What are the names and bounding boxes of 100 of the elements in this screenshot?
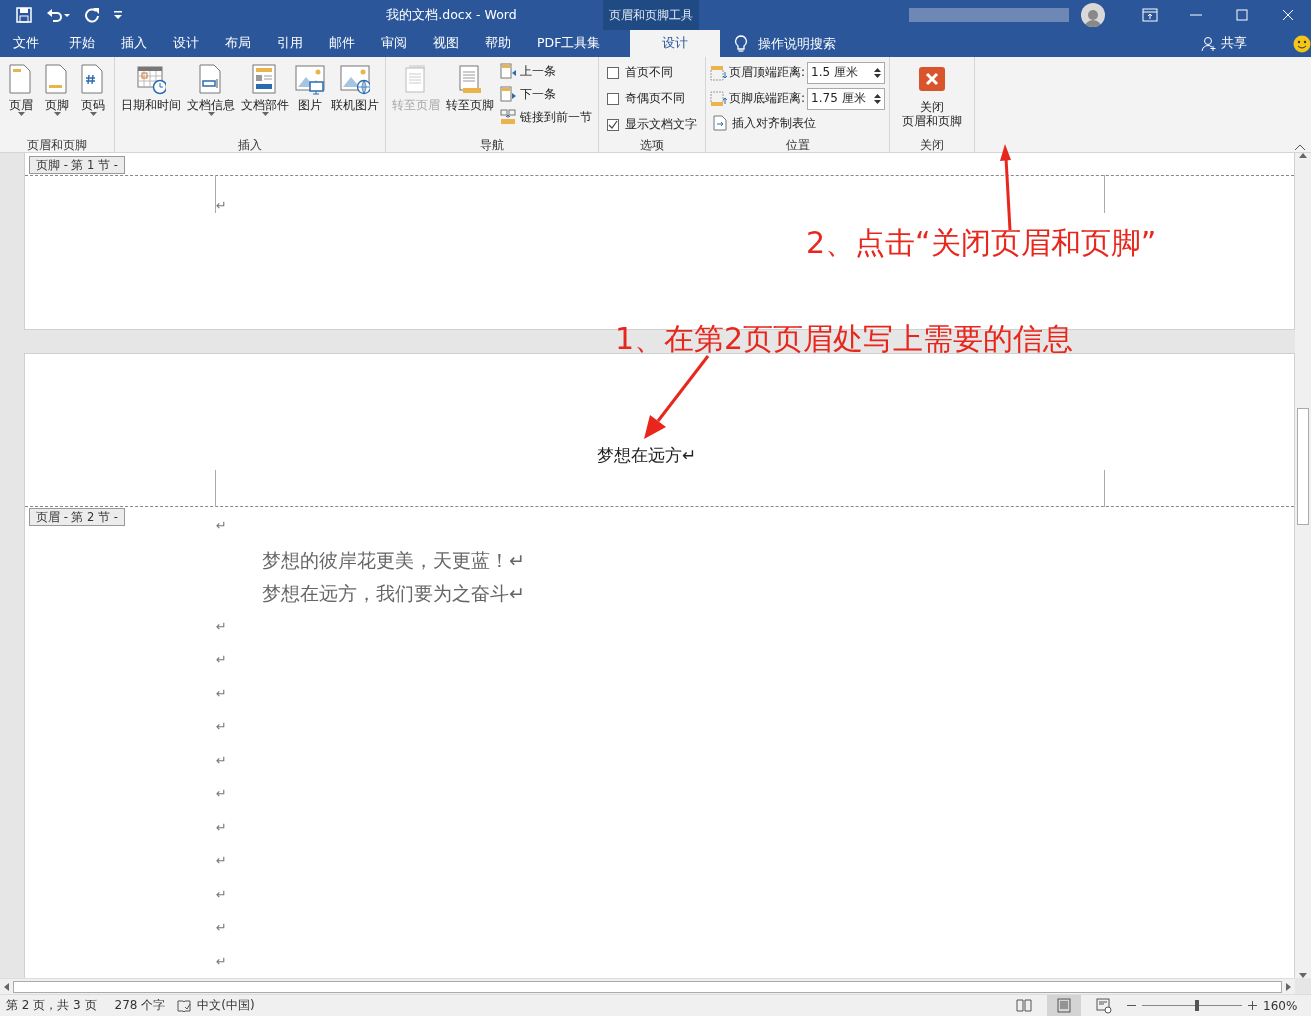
read-mode-icon <box>1016 997 1032 1014</box>
group-label: 选项 <box>639 138 665 152</box>
ribbon-tab[interactable]: 布局 <box>212 30 264 57</box>
checkbox-label: 首页不同 <box>625 64 673 81</box>
ribbon-button[interactable]: 页眉 <box>4 61 38 138</box>
person-add-icon <box>1201 35 1217 52</box>
ribbon-button[interactable]: 下一条 <box>498 84 594 104</box>
paragraph-mark: ↵ <box>216 886 227 902</box>
caret-icon <box>207 112 215 116</box>
caret-icon <box>89 112 97 116</box>
scroll-thumb[interactable] <box>1297 408 1309 525</box>
ribbon-button[interactable]: 链接到前一节 <box>498 107 594 127</box>
window-title: 我的文档.docx - Word <box>385 6 518 24</box>
group-label: 位置 <box>784 138 811 152</box>
spin-field[interactable]: 1.75 厘米 <box>807 87 886 110</box>
paragraph-mark: ↵ <box>216 819 227 835</box>
group-label: 关闭 <box>919 138 946 152</box>
caret-icon <box>261 112 269 116</box>
field-label: 页眉顶端距离: <box>729 64 806 81</box>
status-text: 中文(中国) <box>197 997 255 1014</box>
save-icon[interactable] <box>16 7 32 23</box>
tab-stop-icon <box>712 115 729 131</box>
redo-icon[interactable] <box>84 7 100 23</box>
body-text-line: 梦想在远方，我们要为之奋斗↵ <box>262 582 525 604</box>
ribbon-tab[interactable]: 邮件 <box>316 30 368 57</box>
paragraph-mark: ↵ <box>216 719 227 734</box>
spin-field[interactable]: 1.5 厘米 <box>807 61 886 84</box>
ribbon-display-icon[interactable] <box>1142 7 1158 23</box>
ribbon-button[interactable]: 文档信息 <box>185 61 237 138</box>
checkbox[interactable] <box>607 92 619 105</box>
group-label: 导航 <box>479 138 505 152</box>
collapse-icon[interactable] <box>1295 144 1305 150</box>
ribbon-button[interactable]: 日期和时间 <box>119 61 183 138</box>
contextual-tab-label: 页眉和页脚工具 <box>603 0 699 30</box>
undo-icon[interactable] <box>46 7 70 23</box>
paragraph-mark: ↵ <box>216 953 227 969</box>
ribbon-button[interactable]: 转至页脚 <box>444 61 496 138</box>
ribbon-tab[interactable]: 开始 <box>56 30 108 57</box>
checkbox[interactable] <box>607 118 619 131</box>
link-sections-icon <box>500 109 517 125</box>
spin-down-icon[interactable] <box>874 99 882 104</box>
ribbon-tab[interactable]: 审阅 <box>368 30 420 57</box>
share-button[interactable]: 共享 <box>1195 34 1253 53</box>
ribbon-button[interactable]: 文档部件 <box>239 61 291 138</box>
search-field[interactable]: 操作说明搜索 <box>756 35 877 52</box>
scroll-down-icon[interactable] <box>1299 973 1307 978</box>
lightbulb-icon <box>734 34 749 53</box>
footer-distance-icon <box>710 90 727 107</box>
section-tag: 页眉 - 第 2 节 - <box>29 508 125 526</box>
web-layout-icon <box>1096 997 1112 1014</box>
customize-icon[interactable] <box>114 11 122 19</box>
status-text: 278 个字 <box>114 997 166 1014</box>
ribbon-button[interactable]: 关闭 页眉和页脚 <box>894 61 971 138</box>
paragraph-mark: ↵ <box>216 920 227 935</box>
avatar[interactable] <box>1081 3 1105 27</box>
ribbon-tab[interactable]: 帮助 <box>472 30 524 57</box>
paragraph-mark: ↵ <box>216 652 227 667</box>
scroll-left-icon[interactable] <box>4 982 9 991</box>
spin-down-icon[interactable] <box>874 73 882 78</box>
paragraph-mark: ↵ <box>216 853 227 868</box>
paragraph-mark: ↵ <box>216 198 227 213</box>
zoom-in-icon[interactable] <box>1248 1001 1257 1010</box>
header-distance-icon <box>710 64 727 81</box>
proofing-icon[interactable] <box>177 998 192 1013</box>
group-label: 插入 <box>237 138 263 152</box>
ribbon-tab[interactable]: 引用 <box>264 30 316 57</box>
ribbon-tab[interactable]: 视图 <box>420 30 472 57</box>
maximize-icon[interactable] <box>1234 7 1250 23</box>
ribbon-tab[interactable]: 文件 <box>0 30 56 57</box>
close-icon[interactable] <box>1280 7 1296 23</box>
paragraph-mark: ↵ <box>216 518 227 533</box>
ribbon-tab[interactable]: 插入 <box>108 30 160 57</box>
ribbon-button[interactable]: 页码 <box>76 61 110 138</box>
ribbon-tab[interactable]: 设计 <box>160 30 212 57</box>
ribbon-button[interactable]: 图片 <box>293 61 327 138</box>
spin-up-icon[interactable] <box>874 67 882 72</box>
ribbon-button[interactable]: 上一条 <box>498 61 594 81</box>
smiley-icon[interactable] <box>1293 34 1311 53</box>
paragraph-mark: ↵ <box>216 685 227 701</box>
scroll-right-icon[interactable] <box>1286 982 1291 991</box>
paragraph-mark: ↵ <box>216 752 227 768</box>
ribbon-tab[interactable]: PDF工具集 <box>524 30 614 57</box>
status-text: 第 2 页，共 3 页 <box>6 997 97 1014</box>
spin-up-icon[interactable] <box>874 93 882 98</box>
checkbox-label: 奇偶页不同 <box>625 90 685 107</box>
body-text-line: 梦想的彼岸花更美，天更蓝！↵ <box>262 548 525 571</box>
annotation-text: 2、点击“关闭页眉和页脚” <box>806 226 1157 260</box>
checkbox[interactable] <box>607 66 619 79</box>
header-text: 梦想在远方↵ <box>596 445 697 465</box>
ribbon-button[interactable]: 联机图片 <box>329 61 381 138</box>
paragraph-mark: ↵ <box>216 618 227 634</box>
calendar-clock-icon <box>136 63 166 95</box>
caret-icon <box>17 112 25 116</box>
ribbon-tab[interactable]: 设计 <box>630 30 721 57</box>
vertical-scrollbar[interactable] <box>1295 153 1311 978</box>
ribbon-button[interactable]: 插入对齐制表位 <box>710 113 886 133</box>
print-layout-icon <box>1056 997 1072 1014</box>
horizontal-scrollbar[interactable] <box>13 980 1282 993</box>
ribbon-button[interactable]: 页脚 <box>40 61 74 138</box>
previous-icon <box>500 63 517 79</box>
